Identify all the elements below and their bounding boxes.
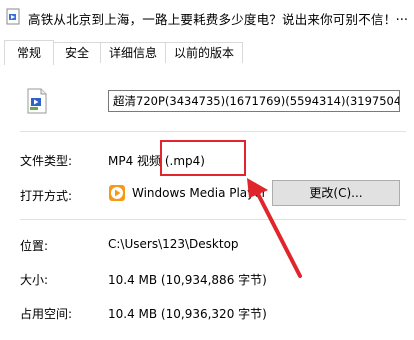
size-value: 10.4 MB (10,934,886 字节) [108, 273, 267, 287]
location-label: 位置: [20, 239, 49, 253]
size-label: 大小: [20, 273, 49, 287]
tab-bar: 常规 安全 详细信息 以前的版本 [0, 40, 414, 65]
title-more[interactable]: ... [396, 9, 408, 24]
file-icon [4, 7, 22, 25]
disk-size-label: 占用空间: [20, 307, 73, 321]
open-with-label: 打开方式: [20, 189, 73, 203]
window-title: 高铁从北京到上海，一路上要耗费多少度电？说出来你可别不信！ [28, 12, 397, 27]
file-type-label: 文件类型: [20, 154, 73, 168]
divider [20, 219, 406, 220]
tab-general[interactable]: 常规 [4, 40, 54, 65]
divider [20, 131, 406, 132]
file-name-input[interactable]: 超清720P(3434735)(1671769)(5594314)(319750… [108, 90, 400, 112]
tab-details[interactable]: 详细信息 [100, 42, 166, 63]
title-bar: 高铁从北京到上海，一路上要耗费多少度电？说出来你可别不信！ ... [0, 0, 414, 34]
change-button[interactable]: 更改(C)... [272, 180, 400, 206]
open-with-app: Windows Media Player [132, 186, 267, 200]
video-file-icon [26, 88, 48, 114]
disk-size-value: 10.4 MB (10,936,320 字节) [108, 307, 267, 321]
highlight-box [160, 140, 246, 176]
tab-previous-versions[interactable]: 以前的版本 [165, 42, 243, 63]
tab-security[interactable]: 安全 [53, 42, 101, 63]
location-value: C:\Users\123\Desktop [108, 237, 239, 251]
media-player-icon [108, 184, 126, 202]
